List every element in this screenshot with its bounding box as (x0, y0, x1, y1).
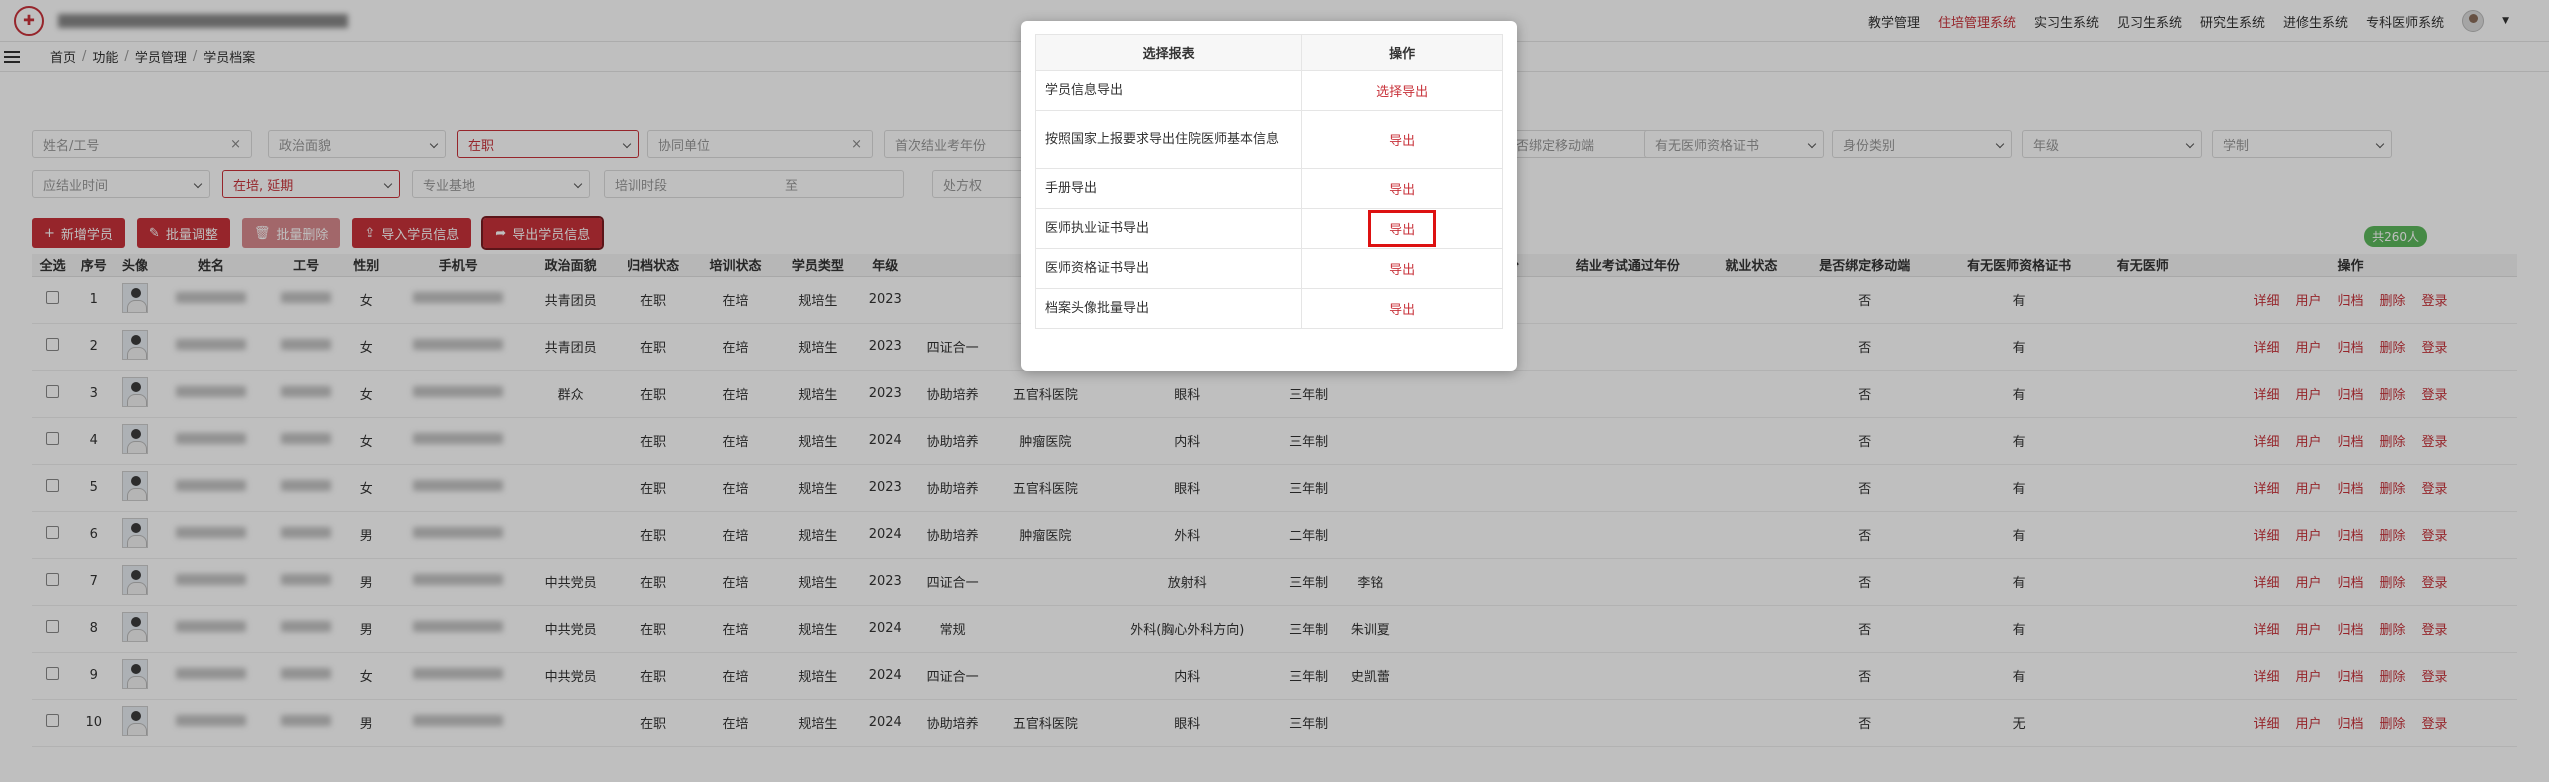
report-row: 医师执业证书导出 导出 (1034, 208, 1503, 249)
col-report: 选择报表 (1034, 34, 1303, 71)
report-row: 学员信息导出 选择导出 (1034, 70, 1503, 111)
col-action: 操作 (1301, 34, 1503, 71)
export-report-dialog: 选择报表 操作 学员信息导出 选择导出 按照国家上报要求导出住院医师基本信息 导… (1021, 21, 1517, 371)
report-row: 医师资格证书导出 导出 (1034, 248, 1503, 289)
export-link[interactable]: 导出 (1301, 168, 1503, 209)
report-table: 选择报表 操作 学员信息导出 选择导出 按照国家上报要求导出住院医师基本信息 导… (1034, 34, 1503, 329)
report-row: 手册导出 导出 (1034, 168, 1503, 209)
export-license-link[interactable]: 导出 (1368, 210, 1437, 247)
export-link[interactable]: 导出 (1301, 110, 1503, 169)
export-link[interactable]: 导出 (1301, 248, 1503, 289)
select-export-link[interactable]: 选择导出 (1301, 70, 1503, 111)
report-row: 档案头像批量导出 导出 (1034, 288, 1503, 329)
export-link[interactable]: 导出 (1301, 288, 1503, 329)
report-row: 按照国家上报要求导出住院医师基本信息 导出 (1034, 110, 1503, 169)
